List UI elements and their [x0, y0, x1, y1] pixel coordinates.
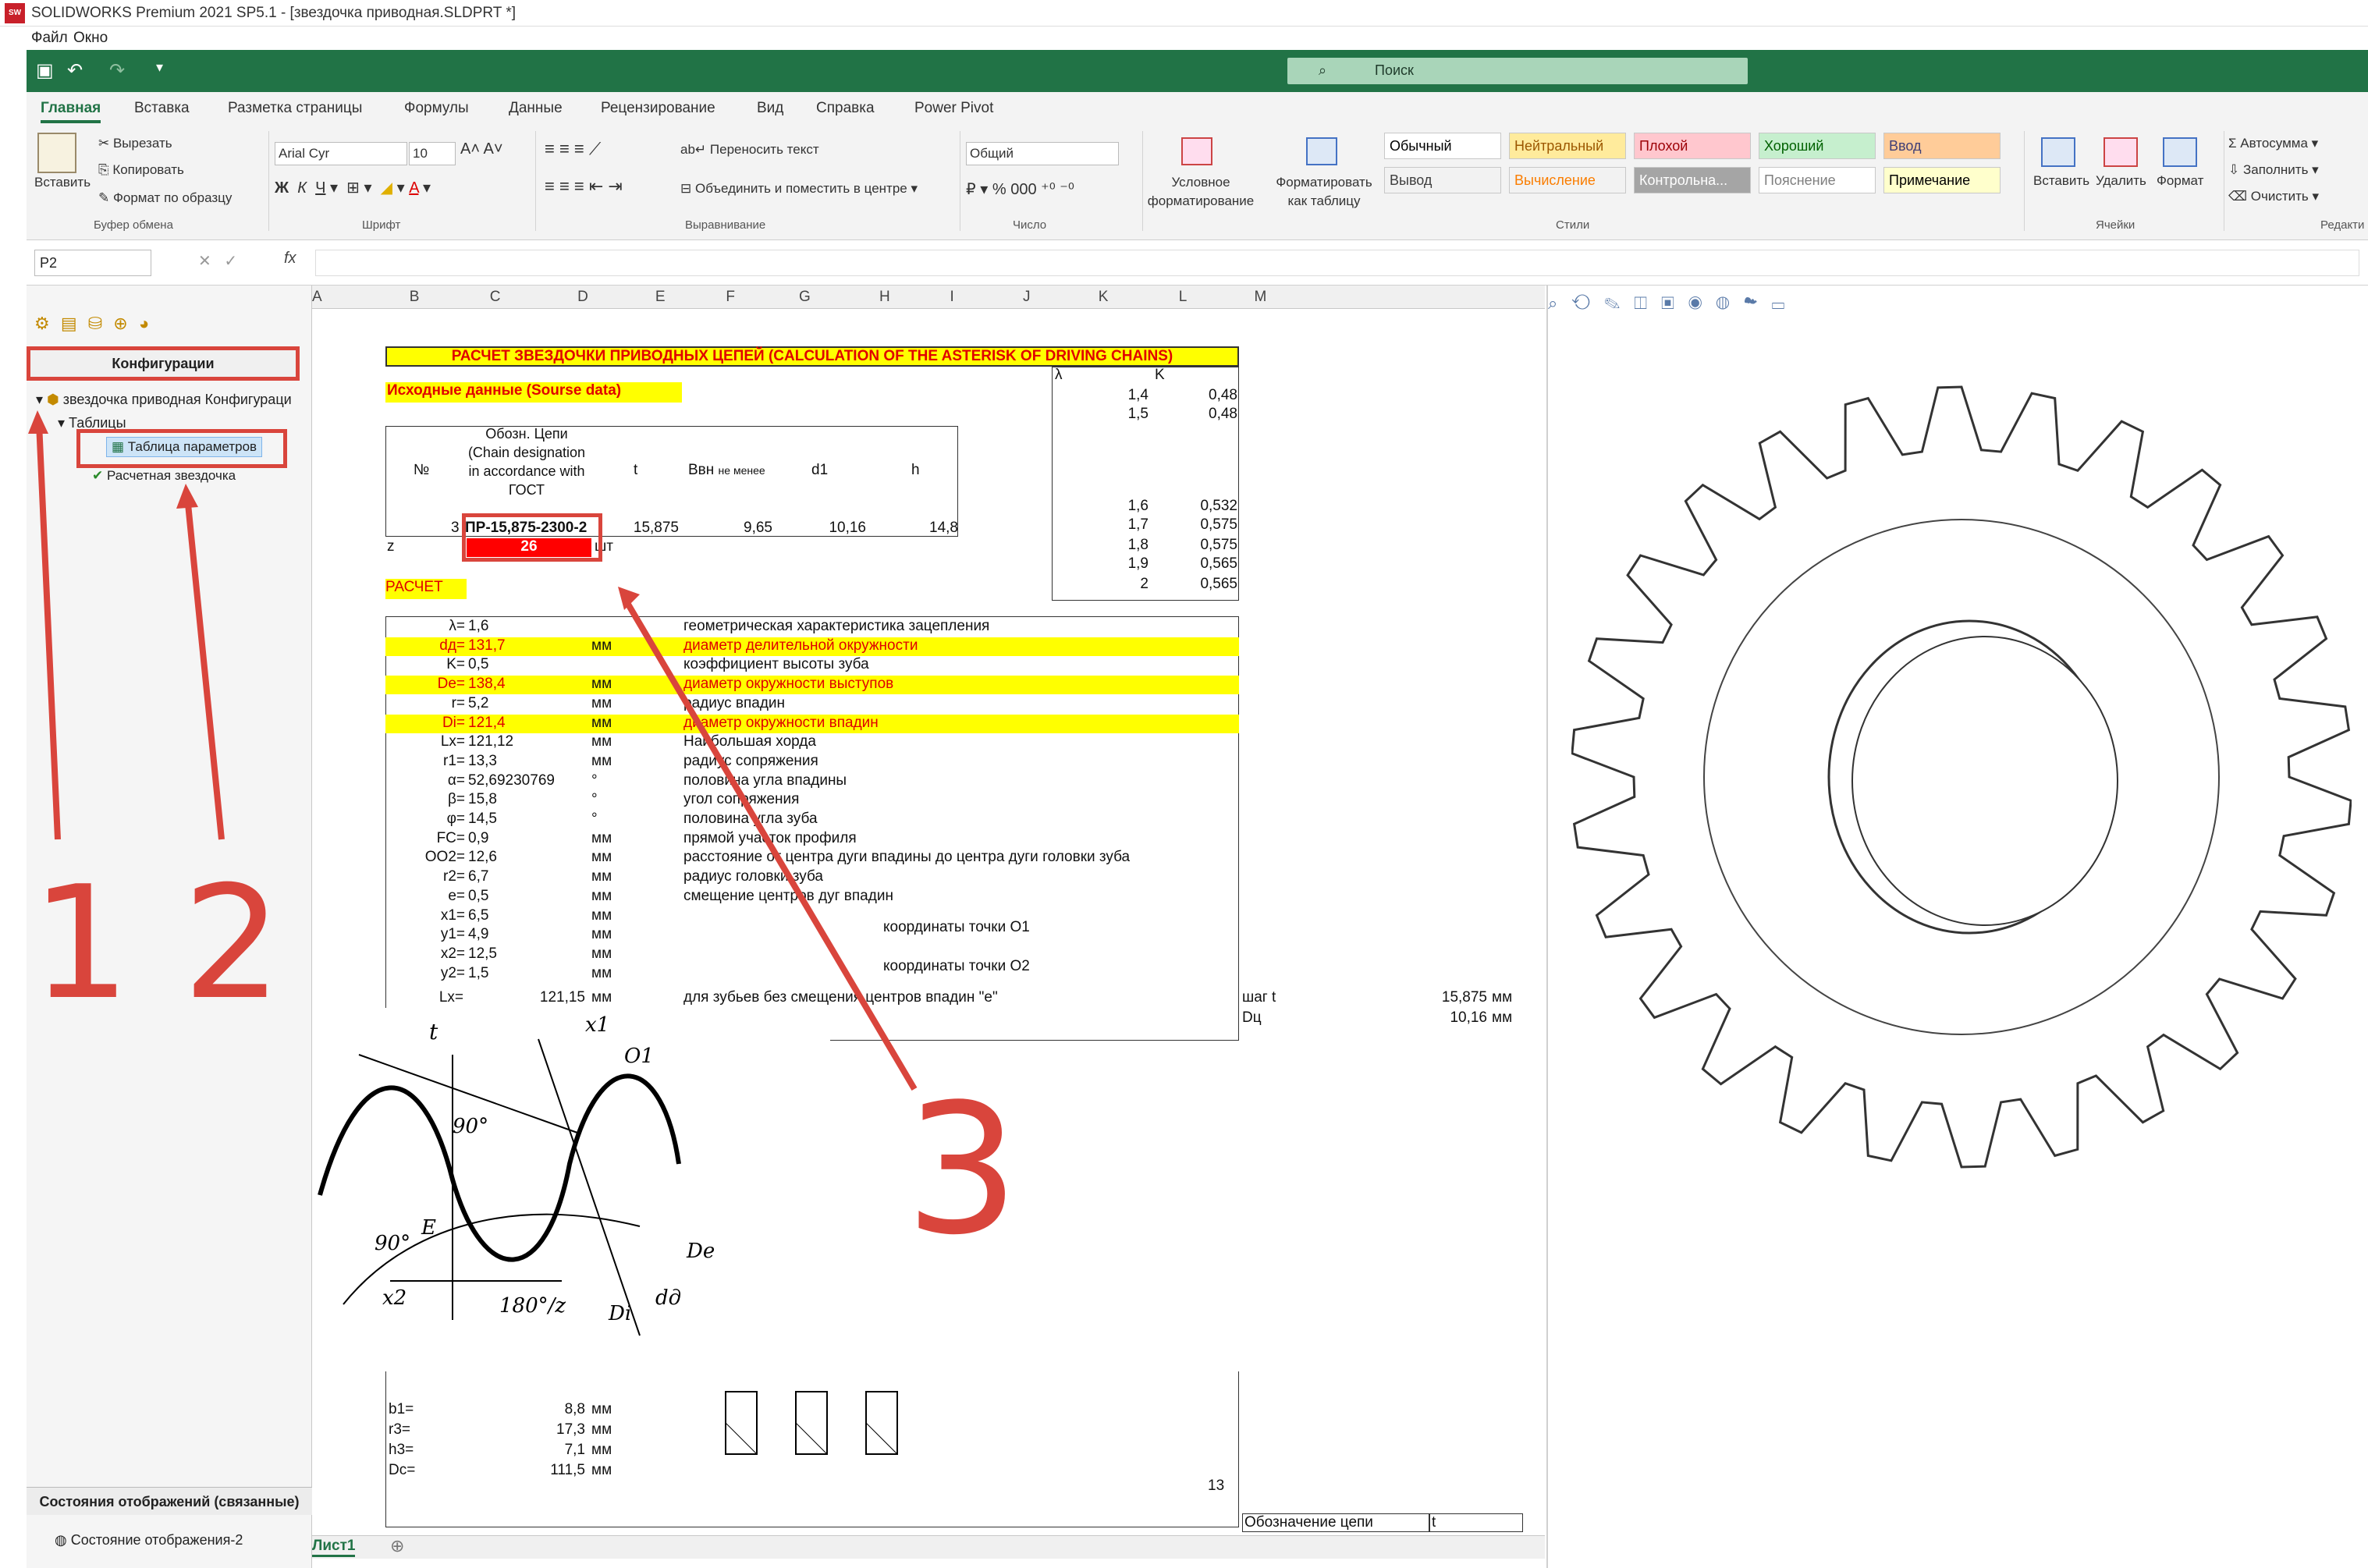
- cell-style-4[interactable]: Ввод: [1883, 133, 2001, 159]
- horizontal-align-icons[interactable]: ≡ ≡ ≡ ⇤ ⇥: [545, 176, 623, 197]
- tab-page-layout[interactable]: Разметка страницы: [228, 100, 362, 117]
- tab-review[interactable]: Рецензирование: [601, 100, 715, 117]
- display-state-label: Состояние отображения-2: [70, 1532, 243, 1548]
- fill-label: Заполнить: [2242, 162, 2309, 177]
- clear-button[interactable]: ⌫ Очистить ▾: [2228, 189, 2319, 204]
- styles-group-label: Стили: [1556, 218, 1590, 232]
- cell-style-3[interactable]: Хороший: [1759, 133, 1876, 159]
- format-cells-icon[interactable]: [2163, 137, 2197, 167]
- cancel-enter-icons[interactable]: ✕ ✓: [198, 251, 237, 271]
- font-grow-shrink-icon[interactable]: A˄ A˅: [460, 140, 503, 158]
- font-format-icons[interactable]: Ж К Ч ▾ ⊞ ▾ ◢ ▾ A ▾: [275, 178, 431, 197]
- number-format-select[interactable]: Общий: [966, 142, 1119, 165]
- delete-cells-icon[interactable]: [2104, 137, 2138, 167]
- number-format-icons[interactable]: ₽ ▾ % 000 ⁺⁰ ⁻⁰: [966, 179, 1074, 199]
- menu-window[interactable]: Окно: [73, 30, 108, 47]
- sprocket-3d-model: [1571, 385, 2352, 1169]
- copy-button[interactable]: ⎘ Копировать: [98, 162, 184, 178]
- format-painter-label: Формат по образцу: [112, 190, 233, 205]
- spreadsheet[interactable]: ABCDEFGHIJKLM РАСЧЕТ ЗВЕЗДОЧКИ ПРИВОДНЫХ…: [312, 286, 1545, 1568]
- alignment-group-label: Выравнивание: [685, 218, 766, 232]
- formula-bar: P2 ✕ ✓ fx: [27, 242, 2368, 286]
- formula-input[interactable]: [315, 250, 2359, 276]
- cut-label: Вырезать: [112, 136, 172, 151]
- tab-help[interactable]: Справка: [816, 100, 875, 117]
- menu-file[interactable]: Файл: [31, 30, 68, 47]
- insert-cells-icon[interactable]: [2041, 137, 2075, 167]
- paste-button[interactable]: Вставить: [34, 175, 91, 190]
- vertical-align-icons[interactable]: ≡ ≡ ≡ ⟋: [545, 139, 601, 159]
- tab-home[interactable]: Главная: [41, 100, 101, 123]
- format-painter-button[interactable]: ✎ Формат по образцу: [98, 190, 232, 206]
- ribbon: Вставить ✂ Вырезать ⎘ Копировать ✎ Форма…: [27, 125, 2368, 240]
- display-states-header: Состояния отображений (связанные): [27, 1487, 312, 1515]
- divider: [2024, 131, 2025, 231]
- cell-style-8[interactable]: Пояснение: [1759, 167, 1876, 193]
- merge-center-label: Объединить и поместить в центре: [694, 181, 907, 196]
- cell-style-5[interactable]: Вывод: [1384, 167, 1501, 193]
- tab-view[interactable]: Вид: [757, 100, 783, 117]
- font-name-select[interactable]: Arial Cyr: [275, 142, 407, 165]
- number-group-label: Число: [1013, 218, 1047, 232]
- format-as-table-button[interactable]: Форматировать как таблицу: [1266, 173, 1383, 211]
- undo-icon[interactable]: ↶: [67, 59, 83, 82]
- function-icon[interactable]: fx: [284, 250, 296, 268]
- search-placeholder: Поиск: [1375, 62, 1414, 78]
- annotation-arrow-3: [618, 587, 918, 1091]
- editing-group-label: Редакти: [2320, 218, 2365, 232]
- conditional-format-button[interactable]: Условное форматирование: [1142, 173, 1259, 211]
- divider: [268, 131, 269, 231]
- wrap-text-button[interactable]: ab↵ Переносить текст: [680, 142, 819, 158]
- annotation-3: 3: [905, 1066, 1020, 1275]
- heads-up-view-toolbar[interactable]: ⌕ ⟲ ✎ ◫ ▣ ◉ ◍ ☁ ▭: [1548, 293, 1789, 314]
- annotation-1: 1: [31, 853, 131, 1034]
- solidworks-logo-icon: SW: [5, 3, 25, 23]
- title-bar: SW SOLIDWORKS Premium 2021 SP5.1 - [звез…: [0, 0, 2368, 27]
- customize-qat-icon[interactable]: ▾: [156, 59, 163, 76]
- clear-label: Очистить: [2250, 189, 2309, 204]
- wrap-text-label: Переносить текст: [709, 142, 819, 157]
- tab-insert[interactable]: Вставка: [134, 100, 190, 117]
- cell-style-6[interactable]: Вычисление: [1509, 167, 1626, 193]
- redo-icon[interactable]: ↷: [109, 59, 125, 82]
- name-box[interactable]: P2: [34, 250, 151, 276]
- cut-button[interactable]: ✂ Вырезать: [98, 136, 172, 151]
- autosum-label: Автосумма: [2240, 136, 2308, 151]
- cell-style-1[interactable]: Нейтральный: [1509, 133, 1626, 159]
- graphics-area[interactable]: ⌕ ⟲ ✎ ◫ ▣ ◉ ◍ ☁ ▭: [1546, 286, 2368, 1568]
- cell-style-7[interactable]: Контрольна...: [1634, 167, 1751, 193]
- autosum-button[interactable]: Σ Автосумма ▾: [2228, 136, 2318, 151]
- window-title: SOLIDWORKS Premium 2021 SP5.1 - [звездоч…: [31, 5, 517, 21]
- annotation-arrows-1-2: [28, 410, 225, 840]
- delete-cells-button[interactable]: Удалить: [2096, 173, 2146, 189]
- format-as-table-icon[interactable]: [1306, 137, 1337, 165]
- copy-label: Копировать: [112, 162, 184, 177]
- conditional-format-icon[interactable]: [1181, 137, 1212, 165]
- format-cells-button[interactable]: Формат: [2157, 173, 2203, 189]
- font-size-select[interactable]: 10: [409, 142, 456, 165]
- cell-style-2[interactable]: Плохой: [1634, 133, 1751, 159]
- divider: [535, 131, 536, 231]
- tab-power-pivot[interactable]: Power Pivot: [914, 100, 993, 117]
- insert-cells-button[interactable]: Вставить: [2033, 173, 2089, 189]
- fill-button[interactable]: ⇩ Заполнить ▾: [2228, 162, 2319, 178]
- ribbon-tabs: Главная Вставка Разметка страницы Формул…: [27, 92, 2368, 125]
- clipboard-group-label: Буфер обмена: [94, 218, 173, 232]
- merge-center-button[interactable]: ⊟ Объединить и поместить в центре ▾: [680, 181, 918, 197]
- annotation-2: 2: [183, 853, 282, 1034]
- excel-quick-access-bar: ▣ ↶ ↷ ▾: [27, 50, 2368, 92]
- search-box[interactable]: ⌕ Поиск: [1287, 58, 1748, 84]
- font-group-label: Шрифт: [362, 218, 401, 232]
- display-state-item[interactable]: ◍ Состояние отображения-2: [55, 1532, 243, 1548]
- cell-style-9[interactable]: Примечание: [1883, 167, 2001, 193]
- save-icon[interactable]: ▣: [36, 59, 54, 82]
- paste-icon[interactable]: [37, 133, 76, 173]
- menu-bar: Файл Окно: [0, 27, 2368, 50]
- tab-formulas[interactable]: Формулы: [404, 100, 469, 117]
- cell-style-0[interactable]: Обычный: [1384, 133, 1501, 159]
- tab-data[interactable]: Данные: [509, 100, 563, 117]
- cells-group-label: Ячейки: [2096, 218, 2135, 232]
- search-icon: ⌕: [1319, 62, 1327, 78]
